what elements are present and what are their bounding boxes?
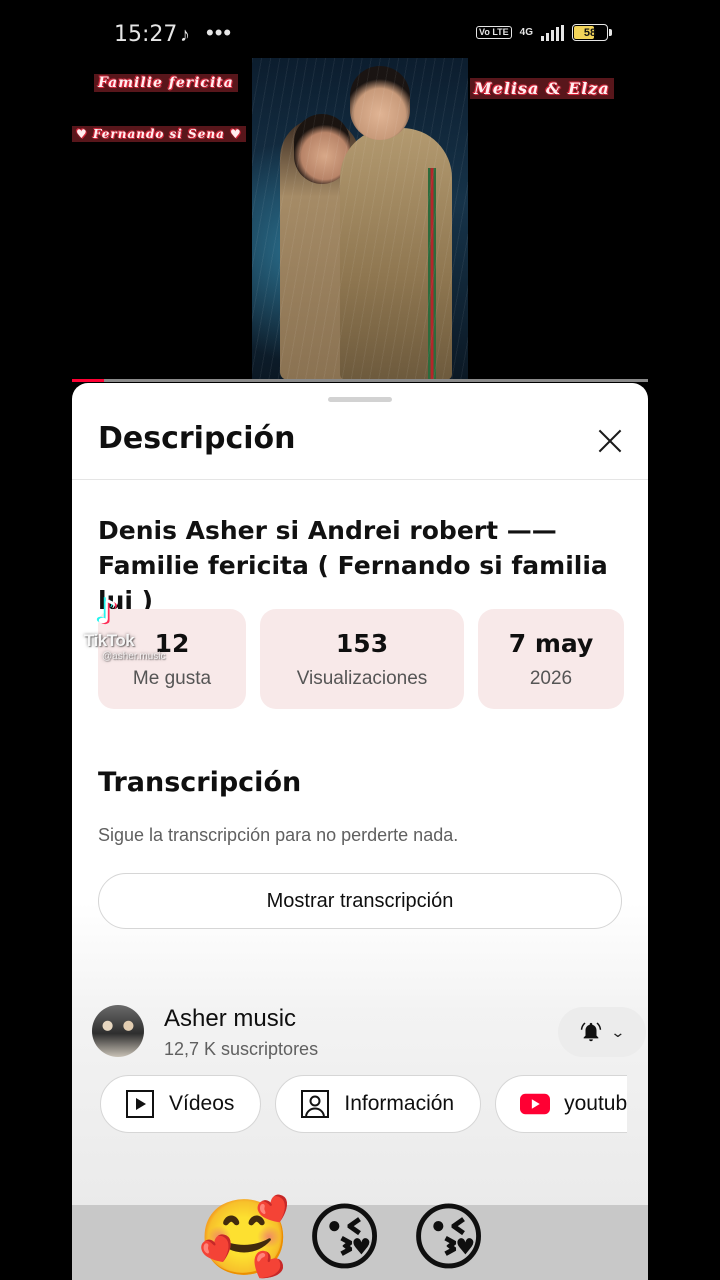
video-player[interactable]: Familie fericita Melisa & Elza ♥ Fernand… (72, 58, 648, 382)
smiling-hearts-emoji: 🥰 (198, 1195, 291, 1280)
close-icon[interactable] (594, 425, 626, 457)
videos-chip-label: Vídeos (169, 1092, 235, 1115)
person-box-icon (300, 1089, 330, 1119)
battery-level: 58 (583, 26, 597, 39)
youtube-chip-label: youtub (564, 1092, 628, 1115)
emoji-overlay: 🥰 😘 😘 (72, 1195, 648, 1280)
stats-row: 12 Me gusta 153 Visualizaciones 7 may 20… (98, 609, 624, 709)
channel-subscribers: 12,7 K suscriptores (164, 1039, 319, 1059)
views-label: Visualizaciones (296, 667, 428, 689)
overlay-tag-melisa: Melisa & Elza (470, 78, 614, 99)
publish-year: 2026 (529, 667, 573, 689)
likes-label: Me gusta (132, 667, 212, 689)
videos-chip[interactable]: Vídeos (100, 1075, 262, 1133)
video-title: Denis Asher si Andrei robert —— Familie … (98, 516, 608, 615)
overlay-tag-fernando: ♥ Fernando si Sena ♥ (72, 126, 246, 142)
notification-bell-button[interactable]: ⌄ (558, 1007, 646, 1057)
channel-avatar[interactable] (92, 1005, 144, 1057)
youtube-link-chip[interactable]: youtub (495, 1075, 628, 1133)
channel-name[interactable]: Asher music (164, 1005, 296, 1033)
channel-chips: Vídeos Información youtub (100, 1075, 628, 1133)
show-transcript-button[interactable]: Mostrar transcripción (98, 873, 622, 929)
network-type: 4G (519, 27, 533, 38)
signal-icon (541, 24, 564, 41)
transcript-subtitle: Sigue la transcripción para no perderte … (98, 825, 459, 845)
info-chip-label: Información (344, 1092, 455, 1115)
sheet-title: Descripción (98, 421, 296, 456)
stat-views: 153 Visualizaciones (260, 609, 464, 709)
channel-row[interactable]: Asher music 12,7 K suscriptores ⌄ (92, 1003, 646, 1061)
overlay-tag-familie: Familie fericita (94, 74, 238, 92)
bell-icon (580, 1021, 602, 1043)
divider (72, 479, 648, 480)
video-frame-image (252, 58, 468, 380)
kissing-face-emoji: 😘 (306, 1195, 384, 1280)
volte-icon: Vo LTE (475, 26, 512, 39)
play-box-icon (125, 1089, 155, 1119)
transcript-title: Transcripción (98, 767, 302, 798)
info-chip[interactable]: Información (275, 1075, 482, 1133)
tiktok-watermark-name: TikTok (84, 631, 135, 650)
kissing-face-emoji-2: 😘 (410, 1195, 488, 1280)
status-time: 15:27 (114, 22, 178, 47)
status-indicators: Vo LTE 4G 58 (475, 24, 612, 41)
tiktok-logo-icon: ♪ (96, 592, 118, 632)
more-notifications-icon: ••• (206, 20, 233, 45)
publish-date: 7 may (508, 628, 594, 658)
description-sheet: Descripción Denis Asher si Andrei robert… (72, 383, 648, 1280)
chevron-down-icon: ⌄ (610, 1023, 626, 1040)
tiktok-watermark: ♪ TikTok @asher.music (84, 593, 166, 662)
video-progress-fill (72, 379, 104, 382)
stat-date: 7 may 2026 (478, 609, 624, 709)
video-progress-bar[interactable] (72, 379, 648, 382)
battery-icon: 58 (572, 24, 612, 41)
tiktok-watermark-user: @asher.music (102, 651, 166, 662)
sheet-drag-handle[interactable] (328, 397, 392, 402)
rain-overlay (252, 58, 468, 380)
tiktok-notification-icon: ♪ (180, 24, 190, 46)
youtube-logo-icon (520, 1089, 551, 1119)
views-count: 153 (335, 628, 389, 658)
